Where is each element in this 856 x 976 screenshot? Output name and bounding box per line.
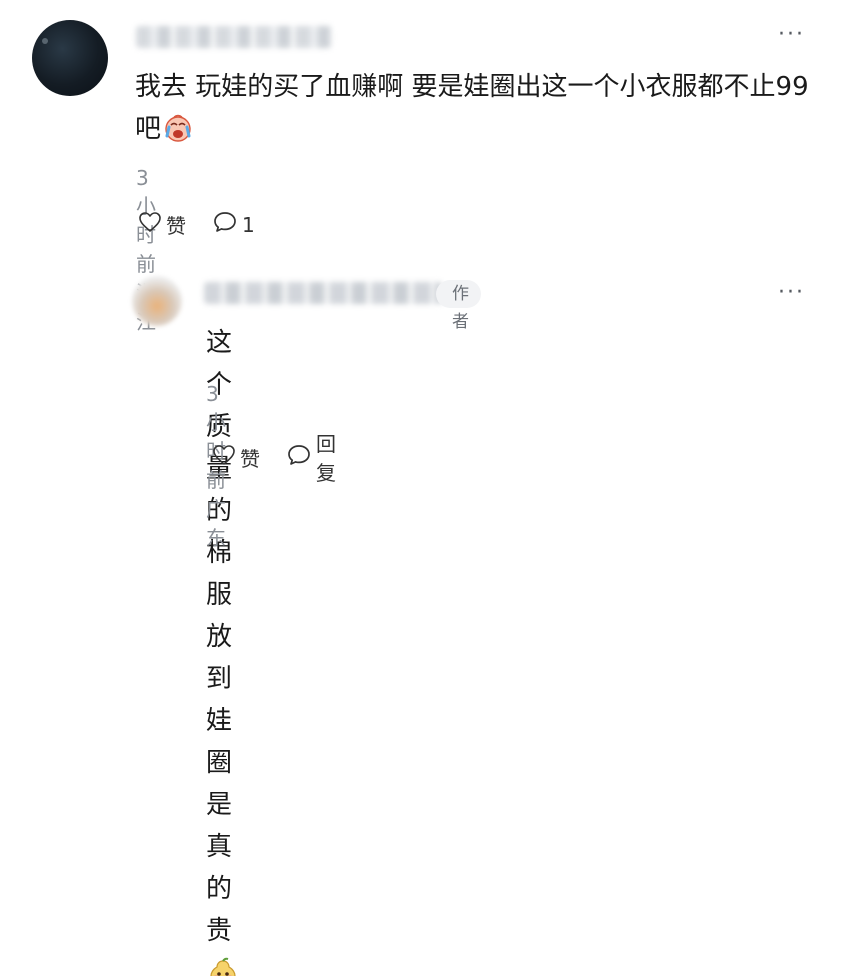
reply-count: 1 bbox=[242, 212, 255, 237]
comment-actions: 赞 1 bbox=[138, 210, 255, 239]
reply-label: 回复 bbox=[316, 432, 336, 485]
reply-username-blurred[interactable] bbox=[204, 282, 442, 304]
comment-text: 我去 玩娃的买了血赚啊 要是娃圈出这一个小衣服都不止99吧 bbox=[135, 66, 815, 156]
reply-count-button[interactable]: 1 bbox=[212, 210, 255, 239]
reply-more-options-icon[interactable]: ··· bbox=[778, 282, 805, 304]
crying-emoji-icon bbox=[163, 113, 193, 156]
comment-bubble-icon bbox=[212, 210, 242, 239]
like-label: 赞 bbox=[166, 214, 186, 238]
reply-like-button[interactable]: 赞 bbox=[212, 443, 260, 472]
avatar[interactable] bbox=[32, 20, 108, 96]
reply-location: 广东 bbox=[206, 497, 226, 550]
heart-icon bbox=[212, 444, 240, 471]
username-blurred[interactable] bbox=[136, 26, 332, 48]
author-badge: 作者 bbox=[436, 280, 481, 332]
heart-icon bbox=[138, 211, 166, 238]
comment-body: 我去 玩娃的买了血赚啊 要是娃圈出这一个小衣服都不止99吧 bbox=[135, 72, 809, 144]
smiling-pear-emoji-icon bbox=[208, 957, 238, 976]
reply-avatar[interactable] bbox=[132, 276, 182, 326]
reply-button[interactable]: 回复 bbox=[286, 428, 336, 486]
comment-bubble-icon bbox=[286, 443, 316, 472]
more-options-icon[interactable]: ··· bbox=[778, 24, 805, 46]
reply-actions: 赞 回复 bbox=[212, 428, 336, 486]
like-button[interactable]: 赞 bbox=[138, 210, 186, 239]
reply-like-label: 赞 bbox=[240, 446, 260, 471]
